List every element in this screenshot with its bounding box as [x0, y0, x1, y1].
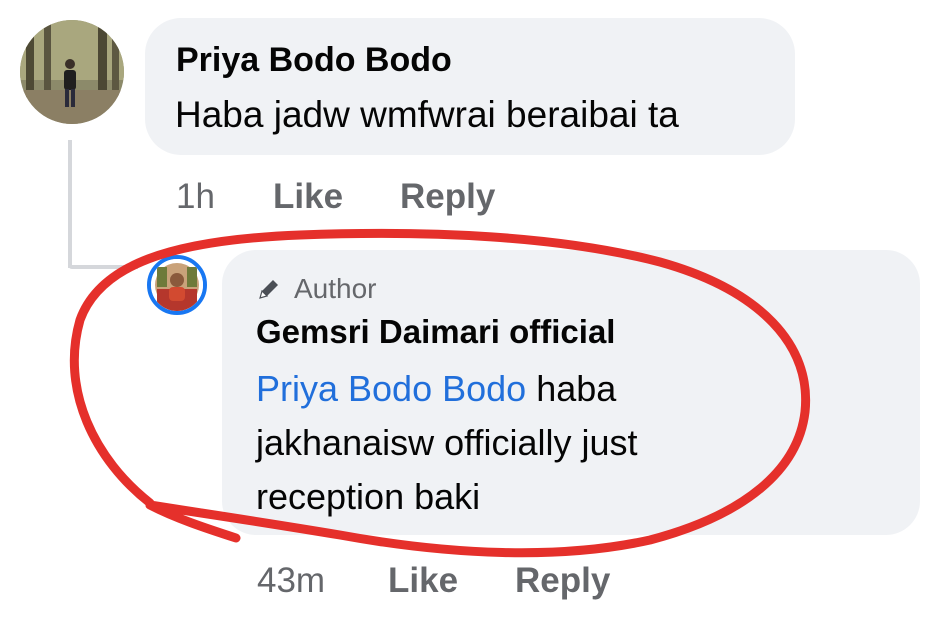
reply-reply-button[interactable]: Reply	[515, 561, 610, 601]
pencil-icon	[259, 280, 278, 299]
mention-link[interactable]: Priya Bodo Bodo	[256, 368, 526, 409]
thread-connector-vertical	[68, 140, 72, 268]
comment-thread: Priya Bodo Bodo Haba jadw wmfwrai beraib…	[0, 0, 945, 633]
thread-connector-horizontal	[68, 265, 138, 269]
commenter-avatar-photo	[20, 20, 124, 124]
reply-text-line-2: jakhanaisw officially just	[256, 422, 638, 463]
reply-text-part: haba	[536, 368, 617, 409]
reply-text-line-3: reception baki	[256, 476, 481, 517]
comment-text: Haba jadw wmfwrai beraibai ta	[175, 94, 679, 135]
author-avatar-photo	[151, 259, 203, 311]
reply-text-line-1: Priya Bodo Bodo haba	[256, 368, 616, 410]
author-avatar[interactable]	[147, 255, 207, 315]
commenter-avatar[interactable]	[20, 20, 124, 124]
comment-timestamp[interactable]: 1h	[176, 177, 215, 217]
reply-like-button[interactable]: Like	[388, 561, 458, 601]
reply-author-name[interactable]: Gemsri Daimari official	[256, 313, 615, 351]
reply-timestamp[interactable]: 43m	[257, 561, 325, 601]
comment-like-button[interactable]: Like	[273, 177, 343, 217]
author-badge-label: Author	[294, 273, 377, 304]
author-badge: Author	[256, 272, 377, 306]
comment-reply-button[interactable]: Reply	[400, 177, 495, 217]
commenter-name[interactable]: Priya Bodo Bodo	[176, 41, 452, 80]
